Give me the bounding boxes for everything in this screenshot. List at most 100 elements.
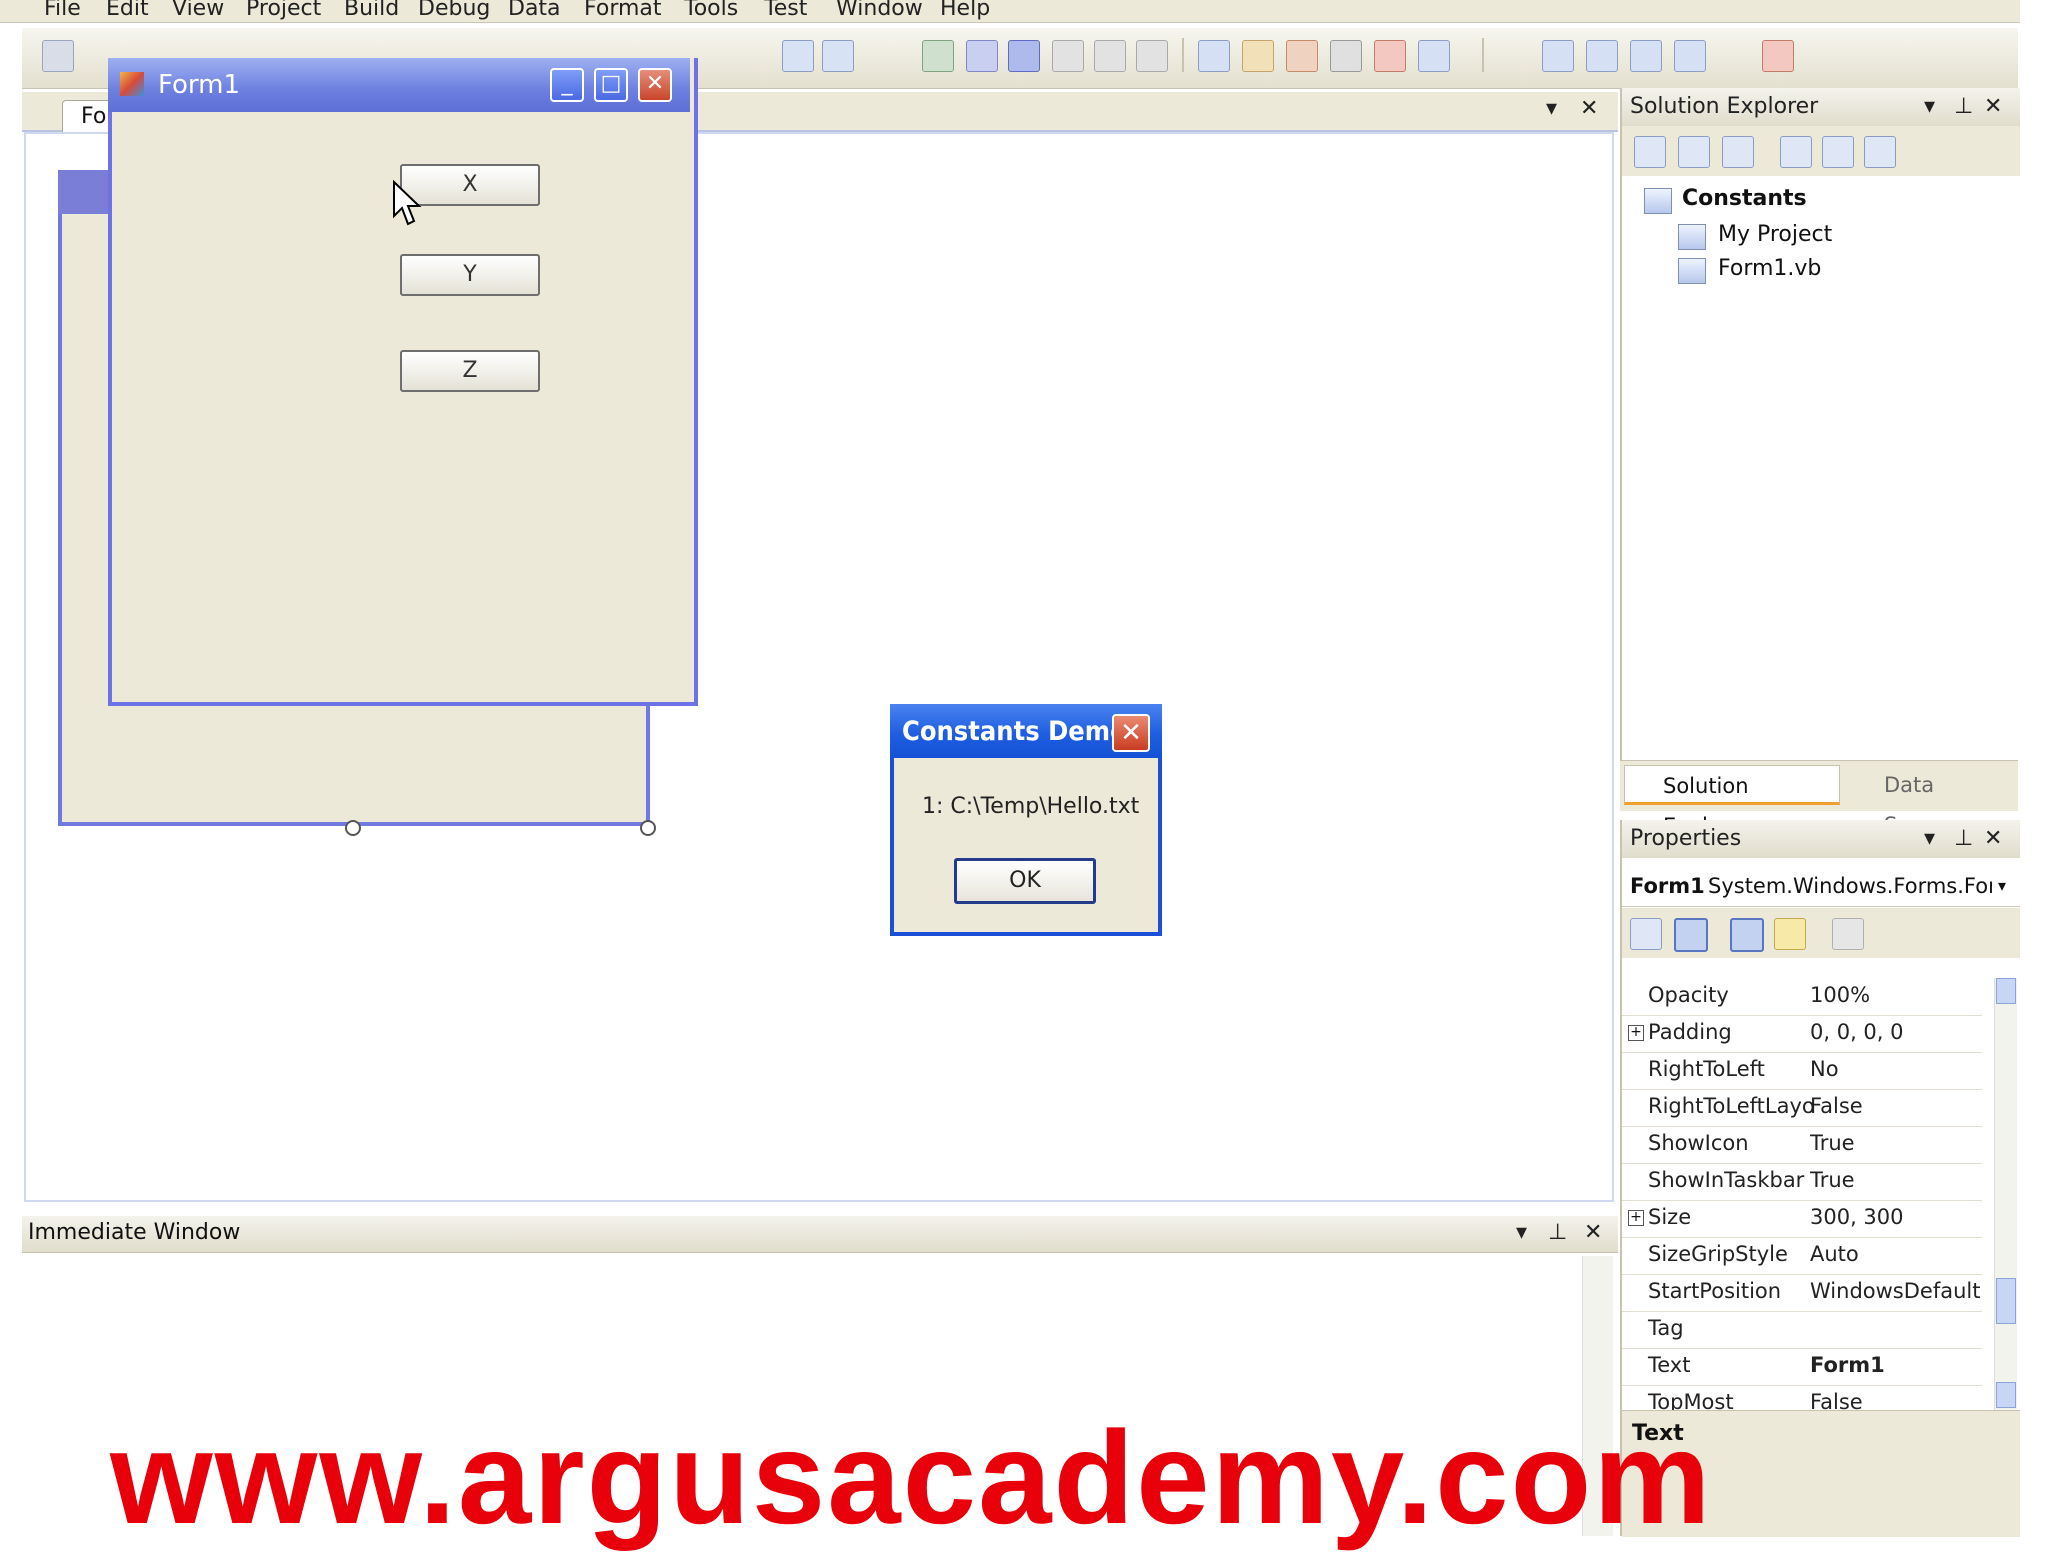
format-icon[interactable]: [1674, 40, 1706, 72]
view-code-icon[interactable]: [1780, 136, 1812, 168]
property-value[interactable]: Auto: [1810, 1242, 1982, 1266]
menu-file[interactable]: File: [44, 0, 81, 21]
property-value[interactable]: 300, 300: [1810, 1205, 1982, 1229]
chevron-down-icon[interactable]: ▾: [1924, 88, 1935, 126]
tree-item-form1[interactable]: Form1.vb: [1718, 256, 1821, 281]
close-icon[interactable]: ✕: [638, 68, 672, 102]
properties-icon[interactable]: [1286, 40, 1318, 72]
ok-button[interactable]: OK: [954, 858, 1096, 904]
menu-data[interactable]: Data: [508, 0, 561, 21]
minimize-icon[interactable]: _: [550, 68, 584, 102]
redo-icon[interactable]: [822, 40, 854, 72]
tab-solution-explorer[interactable]: Solution Explorer: [1624, 765, 1840, 838]
tree-item-project[interactable]: Constants: [1682, 186, 1807, 211]
property-value[interactable]: Form1: [1810, 1353, 1982, 1377]
property-row[interactable]: ShowInTaskbar True: [1622, 1163, 1982, 1201]
layout-icon[interactable]: [1586, 40, 1618, 72]
menu-window[interactable]: Window: [836, 0, 923, 21]
property-value[interactable]: No: [1810, 1057, 1982, 1081]
expand-icon[interactable]: +: [1628, 1210, 1644, 1226]
object-browser-icon[interactable]: [1374, 40, 1406, 72]
undo-icon[interactable]: [782, 40, 814, 72]
tools-dropdown-icon[interactable]: [1762, 40, 1794, 72]
property-grid-scrollbar[interactable]: [1994, 978, 2017, 1410]
class-diagram-icon[interactable]: [1864, 136, 1896, 168]
step-into-icon[interactable]: [1052, 40, 1084, 72]
menu-view[interactable]: View: [172, 0, 224, 21]
start-debug-icon[interactable]: [922, 40, 954, 72]
property-value[interactable]: 0, 0, 0, 0: [1810, 1020, 1982, 1044]
property-value[interactable]: 100%: [1810, 983, 1982, 1007]
menu-debug[interactable]: Debug: [418, 0, 490, 21]
chevron-down-icon[interactable]: ▾: [1516, 1220, 1527, 1245]
menu-help[interactable]: Help: [940, 0, 990, 21]
align-icon[interactable]: [1542, 40, 1574, 72]
scroll-thumb[interactable]: [1996, 1278, 2016, 1324]
property-row[interactable]: Text Form1: [1622, 1348, 1982, 1386]
menu-tools[interactable]: Tools: [684, 0, 738, 21]
message-box-titlebar[interactable]: Constants Demo ✕: [890, 704, 1162, 758]
step-out-icon[interactable]: [1136, 40, 1168, 72]
property-row[interactable]: + Padding 0, 0, 0, 0: [1622, 1015, 1982, 1053]
start-page-icon[interactable]: [1418, 40, 1450, 72]
pin-icon[interactable]: ⊥: [1548, 1220, 1567, 1245]
menu-test[interactable]: Test: [764, 0, 807, 21]
scroll-up-icon[interactable]: [1996, 978, 2016, 1004]
chevron-down-icon[interactable]: ▾: [1546, 96, 1557, 121]
property-row[interactable]: + Size 300, 300: [1622, 1200, 1982, 1238]
z-button[interactable]: Z: [400, 350, 540, 392]
object-selector[interactable]: Form1 System.Windows.Forms.Form ▾: [1622, 866, 2020, 907]
expand-icon[interactable]: +: [1628, 1025, 1644, 1041]
property-row[interactable]: StartPosition WindowsDefaultL: [1622, 1274, 1982, 1312]
stop-icon[interactable]: [1008, 40, 1040, 72]
properties-view-icon[interactable]: [1730, 918, 1764, 952]
menu-build[interactable]: Build: [344, 0, 399, 21]
properties-icon[interactable]: [1634, 136, 1666, 168]
find-icon[interactable]: [1198, 40, 1230, 72]
menu-edit[interactable]: Edit: [106, 0, 149, 21]
property-row[interactable]: ShowIcon True: [1622, 1126, 1982, 1164]
tab-order-icon[interactable]: [1630, 40, 1662, 72]
menu-project[interactable]: Project: [246, 0, 321, 21]
property-row[interactable]: Opacity 100%: [1622, 978, 1982, 1016]
close-icon[interactable]: ✕: [1112, 714, 1150, 752]
property-row[interactable]: Tag: [1622, 1311, 1982, 1349]
menu-format[interactable]: Format: [584, 0, 662, 21]
pin-icon[interactable]: ⊥: [1954, 88, 1973, 126]
events-icon[interactable]: [1774, 918, 1806, 950]
show-all-files-icon[interactable]: [1678, 136, 1710, 168]
chevron-down-icon[interactable]: ▾: [1924, 820, 1935, 858]
close-icon[interactable]: ✕: [1984, 820, 2002, 858]
close-icon[interactable]: ✕: [1580, 96, 1598, 121]
property-value[interactable]: False: [1810, 1094, 1982, 1118]
form1-titlebar[interactable]: Form1 _ □ ✕: [108, 58, 690, 112]
maximize-icon[interactable]: □: [594, 68, 628, 102]
property-pages-icon[interactable]: [1832, 918, 1864, 950]
step-over-icon[interactable]: [1094, 40, 1126, 72]
alphabetical-icon[interactable]: [1674, 918, 1708, 952]
property-value[interactable]: True: [1810, 1131, 1982, 1155]
pause-icon[interactable]: [966, 40, 998, 72]
resize-handle[interactable]: [640, 820, 656, 836]
property-row[interactable]: RightToLeftLayo False: [1622, 1089, 1982, 1127]
property-value[interactable]: WindowsDefaultL: [1810, 1279, 1982, 1303]
toolbox-icon[interactable]: [1330, 40, 1362, 72]
close-icon[interactable]: ✕: [1984, 88, 2002, 126]
scroll-down-icon[interactable]: [1996, 1382, 2016, 1408]
chevron-down-icon: ▾: [1998, 876, 2007, 895]
property-row[interactable]: SizeGripStyle Auto: [1622, 1237, 1982, 1275]
property-row[interactable]: RightToLeft No: [1622, 1052, 1982, 1090]
resize-handle[interactable]: [345, 820, 361, 836]
solution-explorer-icon[interactable]: [1242, 40, 1274, 72]
categorized-icon[interactable]: [1630, 918, 1662, 950]
tree-item-my-project[interactable]: My Project: [1718, 222, 1832, 247]
tab-data-sources[interactable]: Data Sources: [1846, 765, 2016, 837]
view-designer-icon[interactable]: [1822, 136, 1854, 168]
close-icon[interactable]: ✕: [1584, 1220, 1602, 1245]
property-value[interactable]: True: [1810, 1168, 1982, 1192]
pin-icon[interactable]: ⊥: [1954, 820, 1973, 858]
property-value[interactable]: False: [1810, 1390, 1982, 1410]
new-project-icon[interactable]: [42, 40, 74, 72]
y-button[interactable]: Y: [400, 254, 540, 296]
refresh-icon[interactable]: [1722, 136, 1754, 168]
